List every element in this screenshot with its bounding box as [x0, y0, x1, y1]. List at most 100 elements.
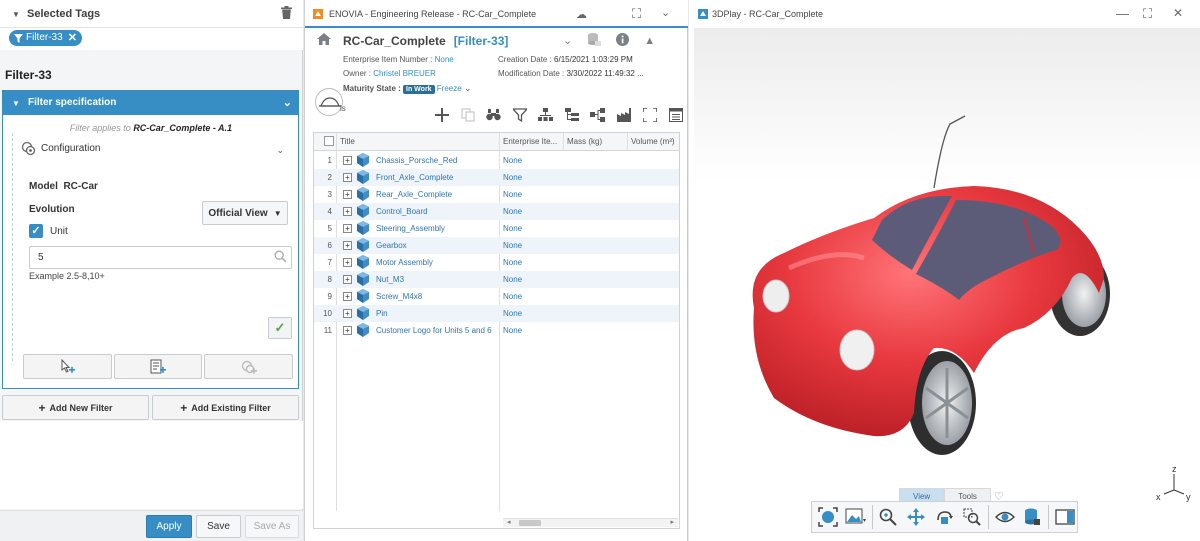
configuration-row[interactable]: Configuration [21, 141, 100, 156]
row-title[interactable]: Front_Axle_Complete [376, 173, 453, 182]
close-icon[interactable]: ✕ [1173, 6, 1183, 20]
save-button[interactable]: Save [196, 515, 241, 538]
expand-node-icon[interactable]: + [343, 156, 352, 165]
column-volume[interactable]: Volume (m³) [631, 137, 675, 146]
zoom-area-icon[interactable] [960, 505, 984, 529]
maturity-badge[interactable]: In Work [403, 85, 435, 94]
row-title[interactable]: Screw_M4x8 [376, 292, 422, 301]
row-title[interactable]: Motor Assembly [376, 258, 433, 267]
row-title[interactable]: Customer Logo for Units 5 and 6 [376, 326, 492, 335]
column-mass[interactable]: Mass (kg) [567, 137, 602, 146]
column-enterprise-item[interactable]: Enterprise Ite... [503, 137, 557, 146]
filter-specification-header[interactable]: ▼ Filter specification ⌄ [3, 91, 298, 115]
collapse-header-icon[interactable]: ▲ [644, 35, 655, 47]
scroll-right-arrow-icon[interactable]: ▸ [670, 518, 674, 526]
expand-caret-icon[interactable]: ▼ [12, 99, 20, 108]
rotate-icon[interactable] [932, 505, 956, 529]
remove-tag-icon[interactable]: ✕ [68, 30, 77, 46]
factory-icon[interactable] [616, 107, 632, 125]
table-row[interactable]: 9 + Screw_M4x8 None [314, 288, 679, 305]
expand-node-icon[interactable]: + [343, 207, 352, 216]
avatar[interactable] [315, 88, 343, 116]
row-title[interactable]: Steering_Assembly [376, 224, 445, 233]
add-configuration-button[interactable] [204, 354, 294, 379]
row-title[interactable]: Chassis_Porsche_Red [376, 156, 457, 165]
apply-button[interactable]: Apply [146, 515, 192, 538]
expand-window-icon[interactable]: ⛶ [1143, 6, 1152, 22]
save-as-button[interactable]: Save As [245, 515, 299, 538]
row-title[interactable]: Gearbox [376, 241, 407, 250]
row-title[interactable]: Rear_Axle_Complete [376, 190, 452, 199]
add-new-filter-button[interactable]: + Add New Filter [2, 395, 149, 420]
expand-node-icon[interactable]: + [343, 275, 352, 284]
tag-chip[interactable]: Filter-33 ✕ [9, 30, 82, 46]
chevron-down-icon[interactable]: ⌄ [283, 96, 292, 109]
unit-checkbox[interactable]: ✓ [29, 224, 43, 238]
tree-expand-icon[interactable] [538, 107, 554, 125]
configuration-chevron-icon[interactable]: ⌄ [276, 145, 284, 156]
trash-icon[interactable] [281, 6, 292, 22]
minimize-icon[interactable]: — [1116, 6, 1129, 21]
scroll-left-arrow-icon[interactable]: ◂ [507, 518, 511, 526]
expand-node-icon[interactable]: + [343, 258, 352, 267]
maturity-dropdown-icon[interactable]: ⌄ [464, 83, 472, 93]
maturity-next[interactable]: Freeze [437, 84, 462, 93]
cloud-icon[interactable]: ☁ [576, 8, 587, 21]
column-title[interactable]: Title [340, 137, 355, 146]
selected-tags-header[interactable]: ▼ Selected Tags [0, 0, 303, 28]
row-title[interactable]: Pin [376, 309, 388, 318]
search-icon[interactable] [274, 250, 287, 271]
expand-node-icon[interactable]: + [343, 326, 352, 335]
table-row[interactable]: 1 + Chassis_Porsche_Red None [314, 152, 679, 169]
database-icon[interactable] [587, 32, 602, 49]
add-from-list-button[interactable] [113, 354, 203, 379]
table-row[interactable]: 3 + Rear_Axle_Complete None [314, 186, 679, 203]
table-row[interactable]: 10 + Pin None [314, 305, 679, 322]
window-menu-chevron-icon[interactable]: ⌄ [661, 6, 670, 19]
expand-node-icon[interactable]: + [343, 224, 352, 233]
unit-value-input[interactable]: 5 [29, 246, 292, 269]
eye-icon[interactable] [993, 505, 1017, 529]
fit-all-icon[interactable] [816, 505, 840, 529]
collapse-caret-icon[interactable]: ▼ [12, 10, 20, 19]
table-row[interactable]: 11 + Customer Logo for Units 5 and 6 None [314, 322, 679, 339]
table-row[interactable]: 5 + Steering_Assembly None [314, 220, 679, 237]
table-row[interactable]: 8 + Nut_M3 None [314, 271, 679, 288]
filter-icon[interactable] [511, 107, 529, 125]
scrollbar-thumb[interactable] [519, 520, 541, 526]
zoom-icon[interactable] [877, 505, 901, 529]
table-view-icon[interactable] [668, 107, 683, 125]
fullscreen-icon[interactable] [642, 106, 659, 125]
add-icon[interactable] [435, 107, 449, 125]
image-capture-icon[interactable] [844, 505, 868, 529]
row-title[interactable]: Nut_M3 [376, 275, 404, 284]
validate-button[interactable]: ✓ [268, 317, 292, 339]
copy-icon[interactable] [460, 107, 475, 125]
select-in-3d-button[interactable] [23, 354, 112, 379]
table-row[interactable]: 7 + Motor Assembly None [314, 254, 679, 271]
expand-node-icon[interactable]: + [343, 173, 352, 182]
table-row[interactable]: 4 + Control_Board None [314, 203, 679, 220]
database-view-icon[interactable] [1020, 505, 1044, 529]
evolution-select[interactable]: Official View ▼ [202, 201, 288, 225]
flow-icon[interactable] [590, 107, 606, 125]
expand-node-icon[interactable]: + [343, 241, 352, 250]
binoculars-icon[interactable] [486, 108, 501, 125]
home-icon[interactable] [317, 33, 331, 48]
expand-node-icon[interactable]: + [343, 309, 352, 318]
hierarchy-icon[interactable] [564, 107, 579, 125]
expand-window-icon[interactable]: ⛶ [632, 6, 641, 22]
info-icon[interactable] [616, 32, 630, 49]
expand-node-icon[interactable]: + [343, 190, 352, 199]
chevron-down-icon[interactable]: ⌄ [563, 34, 572, 47]
3d-viewport[interactable]: z x y View Tools ♡ [694, 28, 1200, 541]
rc-car-model[interactable] [694, 28, 1200, 541]
table-row[interactable]: 6 + Gearbox None [314, 237, 679, 254]
horizontal-scrollbar[interactable]: ◂ ▸ [503, 518, 678, 527]
select-all-checkbox[interactable] [324, 136, 334, 146]
row-title[interactable]: Control_Board [376, 207, 428, 216]
table-row[interactable]: 2 + Front_Axle_Complete None [314, 169, 679, 186]
expand-node-icon[interactable]: + [343, 292, 352, 301]
panel-layout-icon[interactable] [1053, 505, 1077, 529]
add-existing-filter-button[interactable]: + Add Existing Filter [152, 395, 299, 420]
